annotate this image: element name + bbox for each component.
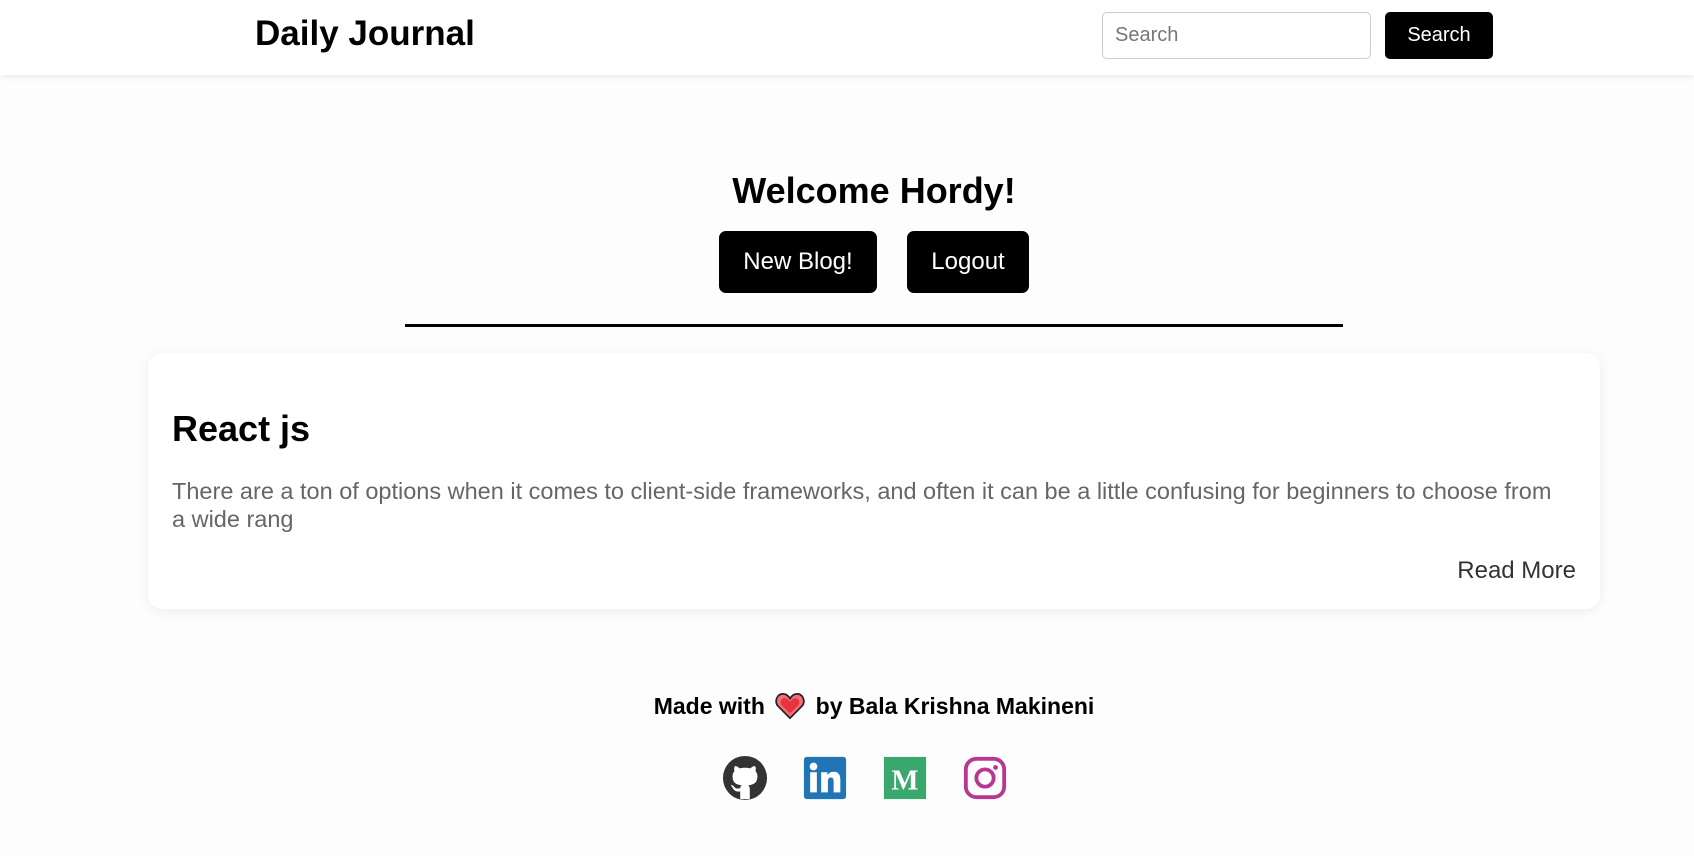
svg-text:M: M <box>891 765 918 797</box>
new-blog-button[interactable]: New Blog! <box>719 231 877 293</box>
post-title: React js <box>172 408 311 449</box>
welcome-heading: Welcome Hordy! <box>732 170 1016 211</box>
linkedin-icon[interactable] <box>802 755 848 801</box>
heart-icon <box>775 692 805 720</box>
post-excerpt: There are a ton of options when it comes… <box>172 478 1552 532</box>
search-button[interactable]: Search <box>1385 12 1493 59</box>
divider <box>405 324 1343 327</box>
footer-credit: Made with by Bala Krishna Makineni <box>0 692 1694 722</box>
made-with-text: Made with <box>653 693 765 719</box>
read-more-link[interactable]: Read More <box>1457 557 1576 585</box>
top-navbar: Daily Journal Search <box>0 0 1694 75</box>
brand-title[interactable]: Daily Journal <box>255 14 475 54</box>
logout-button[interactable]: Logout <box>907 231 1029 293</box>
medium-icon[interactable]: M <box>882 755 928 801</box>
user-actions: New Blog! Logout <box>719 231 1029 293</box>
social-links: M <box>722 755 1008 801</box>
author-text: by Bala Krishna Makineni <box>815 693 1095 719</box>
post-card: React js There are a ton of options when… <box>148 353 1600 609</box>
github-icon[interactable] <box>722 755 768 801</box>
search-input[interactable] <box>1102 12 1371 59</box>
instagram-icon[interactable] <box>962 755 1008 801</box>
